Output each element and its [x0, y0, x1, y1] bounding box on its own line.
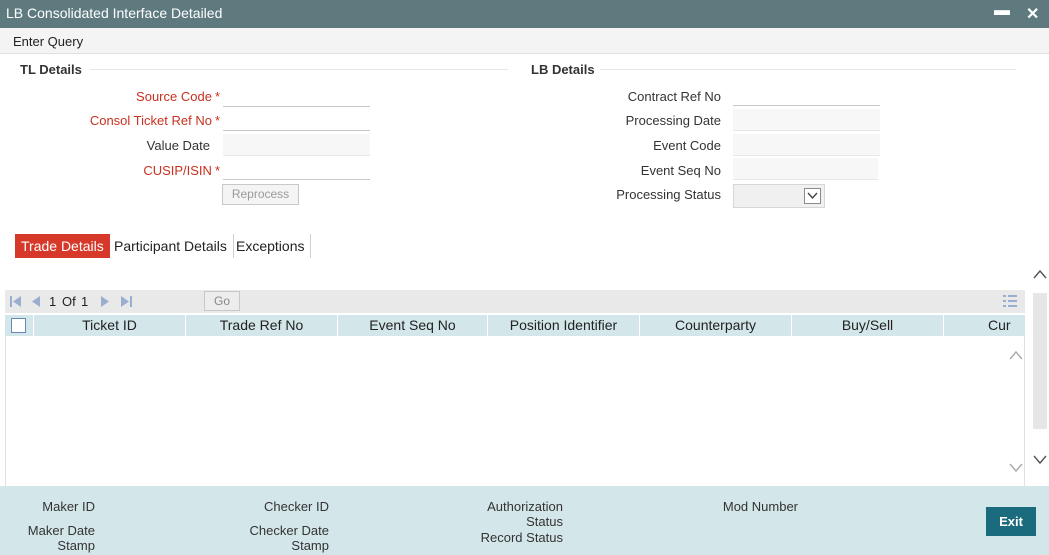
source-code-input[interactable]	[223, 85, 370, 107]
col-trade-ref-no[interactable]: Trade Ref No	[185, 315, 337, 336]
event-seq-label: Event Seq No	[640, 163, 721, 178]
checker-id-label: Checker ID	[263, 499, 329, 514]
scroll-up-icon[interactable]	[1033, 269, 1047, 279]
window-title: LB Consolidated Interface Detailed	[6, 5, 223, 21]
checker-date-stamp-label: Checker Date Stamp	[249, 523, 329, 553]
scroll-down-icon[interactable]	[1033, 455, 1047, 465]
close-icon[interactable]: ✕	[1026, 4, 1039, 24]
event-code-label: Event Code	[653, 138, 721, 153]
audit-footer: Maker ID Maker Date Stamp Checker ID Chec…	[0, 486, 1049, 555]
consol-ticket-input[interactable]	[223, 109, 370, 131]
prev-page-icon[interactable]	[31, 296, 41, 307]
pager-bar: 1 Of 1 Go	[5, 290, 1025, 313]
page-scrollbar[interactable]	[1031, 257, 1049, 485]
of-label: Of	[62, 294, 76, 309]
title-bar: LB Consolidated Interface Detailed ▬ ✕	[0, 0, 1049, 28]
enter-query-menu[interactable]: Enter Query	[13, 34, 83, 49]
source-code-label: Source Code *	[136, 89, 220, 104]
col-event-seq-no[interactable]: Event Seq No	[337, 315, 487, 336]
menu-bar: Enter Query	[0, 28, 1049, 54]
consol-ticket-label: Consol Ticket Ref No *	[89, 113, 220, 128]
mod-number-label: Mod Number	[722, 499, 798, 514]
value-date-input[interactable]	[223, 134, 370, 156]
processing-status-label: Processing Status	[616, 187, 721, 202]
tl-details-title: TL Details	[20, 62, 82, 77]
event-code-input[interactable]	[733, 134, 880, 156]
col-position-identifier[interactable]: Position Identifier	[487, 315, 639, 336]
grid-scroll-up-icon[interactable]	[1009, 350, 1023, 360]
record-status-label: Record Status	[480, 530, 563, 545]
maker-id-label: Maker ID	[42, 499, 95, 514]
first-page-icon[interactable]	[10, 296, 22, 307]
col-currency[interactable]: Cur	[943, 315, 1025, 336]
processing-date-input[interactable]	[733, 109, 880, 131]
col-ticket-id[interactable]: Ticket ID	[33, 315, 185, 336]
grid-scroll-down-icon[interactable]	[1009, 463, 1023, 473]
processing-date-label: Processing Date	[625, 113, 721, 128]
chevron-down-icon[interactable]	[804, 188, 821, 204]
scroll-thumb[interactable]	[1033, 293, 1047, 429]
last-page-icon[interactable]	[120, 296, 132, 307]
list-view-icon[interactable]	[1003, 295, 1017, 307]
minimize-icon[interactable]: ▬	[994, 2, 1010, 20]
lb-details-title: LB Details	[531, 62, 595, 77]
page-number-input[interactable]	[155, 292, 201, 310]
next-page-icon[interactable]	[100, 296, 110, 307]
tl-details-divider	[90, 69, 508, 70]
col-buy-sell[interactable]: Buy/Sell	[791, 315, 943, 336]
tab-participant-details[interactable]: Participant Details	[108, 234, 234, 258]
cusip-isin-label: CUSIP/ISIN *	[143, 163, 220, 178]
reprocess-button[interactable]: Reprocess	[222, 184, 299, 205]
select-all-checkbox[interactable]	[11, 318, 26, 333]
contract-ref-label: Contract Ref No	[627, 89, 721, 104]
total-pages: 1	[81, 294, 89, 309]
contract-ref-input[interactable]	[733, 84, 880, 106]
event-seq-input[interactable]	[733, 158, 878, 180]
col-counterparty[interactable]: Counterparty	[639, 315, 791, 336]
current-page: 1	[49, 294, 57, 309]
cusip-isin-input[interactable]	[223, 158, 370, 180]
grid-body	[5, 336, 1025, 486]
processing-status-select[interactable]	[733, 184, 825, 208]
go-button[interactable]: Go	[204, 291, 240, 311]
exit-button[interactable]: Exit	[986, 507, 1036, 536]
tab-exceptions[interactable]: Exceptions	[230, 234, 312, 258]
authorization-status-label: Authorization Status	[487, 499, 563, 529]
grid-header: Ticket ID Trade Ref No Event Seq No Posi…	[5, 315, 1025, 336]
value-date-label: Value Date	[146, 138, 210, 153]
tab-trade-details[interactable]: Trade Details	[15, 234, 110, 258]
lb-details-divider	[600, 69, 1016, 70]
maker-date-stamp-label: Maker Date Stamp	[27, 523, 95, 553]
